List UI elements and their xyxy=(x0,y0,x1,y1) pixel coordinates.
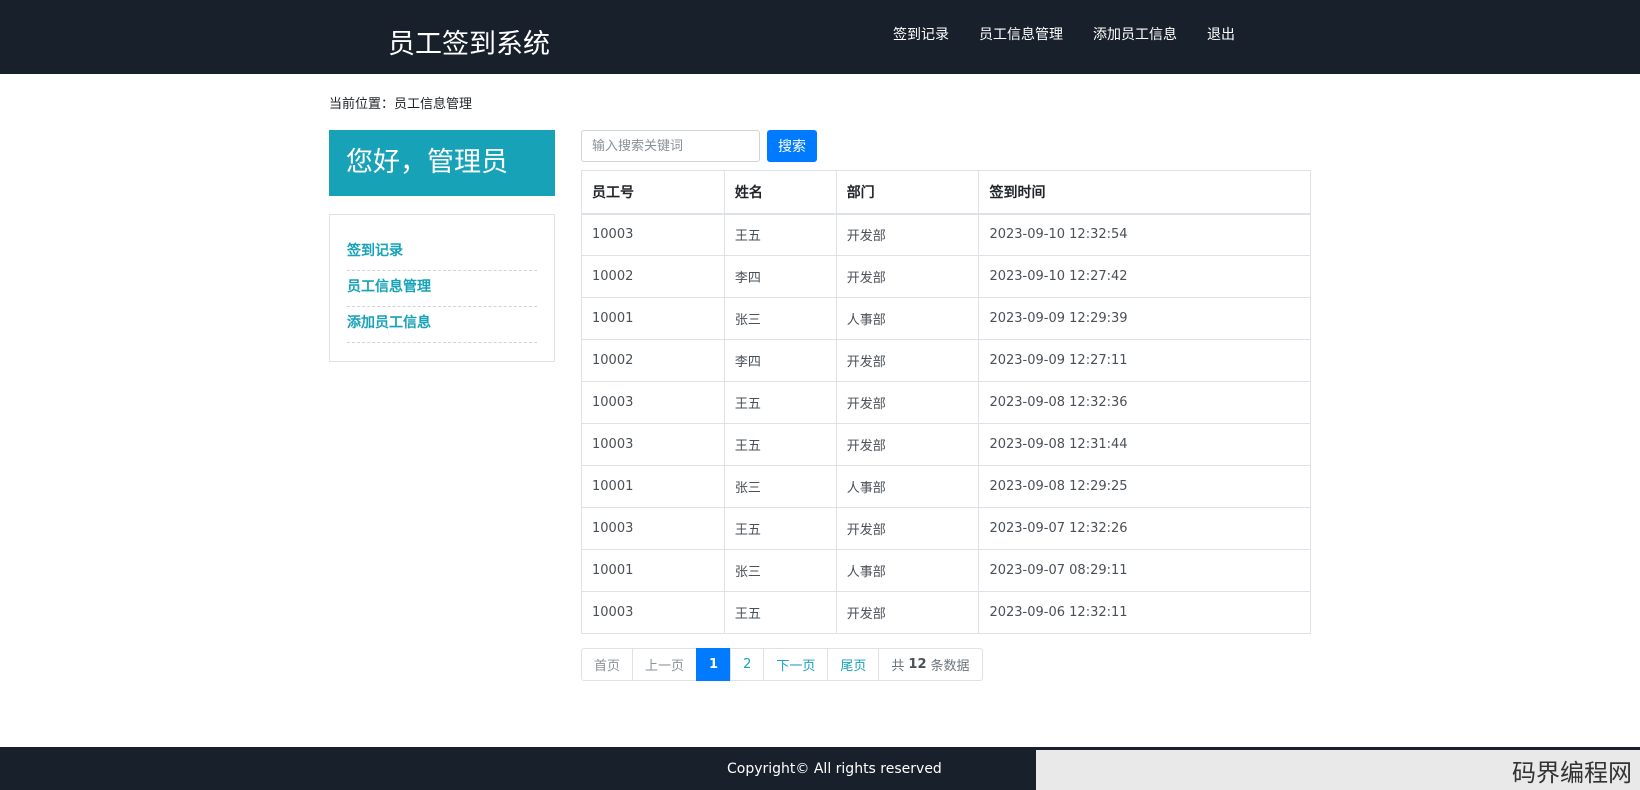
cell-checkin-time: 2023-09-09 12:27:11 xyxy=(978,339,1311,382)
page-2-button[interactable]: 2 xyxy=(730,648,765,681)
cell-employee-id: 10003 xyxy=(581,507,725,550)
column-header-checkin-time: 签到时间 xyxy=(978,170,1311,215)
table-row: 10001 张三 人事部 2023-09-07 08:29:11 xyxy=(581,549,1311,592)
sidebar: 您好，管理员 签到记录 员工信息管理 添加员工信息 xyxy=(329,130,555,362)
cell-department: 人事部 xyxy=(835,297,980,340)
cell-employee-id: 10003 xyxy=(581,591,725,634)
app-title: 员工签到系统 xyxy=(388,29,550,60)
table-row: 10001 张三 人事部 2023-09-08 12:29:25 xyxy=(581,465,1311,508)
table-row: 10003 王五 开发部 2023-09-08 12:31:44 xyxy=(581,423,1311,466)
greeting-banner: 您好，管理员 xyxy=(329,130,555,196)
cell-department: 开发部 xyxy=(835,339,980,382)
top-navbar: 员工签到系统 签到记录 员工信息管理 添加员工信息 退出 xyxy=(0,0,1640,74)
table-row: 10003 王五 开发部 2023-09-08 12:32:36 xyxy=(581,381,1311,424)
sidebar-item-employee-management[interactable]: 员工信息管理 xyxy=(347,271,537,307)
total-number: 12 xyxy=(908,657,927,672)
search-input[interactable] xyxy=(581,130,760,162)
next-page-button[interactable]: 下一页 xyxy=(763,648,829,681)
total-prefix: 共 xyxy=(891,659,905,674)
cell-name: 张三 xyxy=(723,465,837,508)
table-row: 10001 张三 人事部 2023-09-09 12:29:39 xyxy=(581,297,1311,340)
footer: Copyright© All rights reserved 码界编程网 xyxy=(0,747,1640,790)
cell-checkin-time: 2023-09-08 12:31:44 xyxy=(978,423,1311,466)
first-page-button[interactable]: 首页 xyxy=(581,648,634,681)
watermark-banner: 码界编程网 xyxy=(1036,750,1640,790)
cell-employee-id: 10001 xyxy=(581,465,725,508)
cell-employee-id: 10001 xyxy=(581,549,725,592)
table-row: 10002 李四 开发部 2023-09-09 12:27:11 xyxy=(581,339,1311,382)
cell-name: 王五 xyxy=(723,507,837,550)
sidebar-nav: 签到记录 员工信息管理 添加员工信息 xyxy=(329,214,555,362)
prev-page-button[interactable]: 上一页 xyxy=(632,648,698,681)
column-header-department: 部门 xyxy=(835,170,980,215)
cell-employee-id: 10003 xyxy=(581,423,725,466)
search-bar: 搜索 xyxy=(581,130,1311,162)
cell-department: 开发部 xyxy=(835,423,980,466)
cell-employee-id: 10002 xyxy=(581,255,725,298)
cell-department: 人事部 xyxy=(835,465,980,508)
cell-name: 张三 xyxy=(723,297,837,340)
copyright-text: Copyright© All rights reserved xyxy=(727,761,942,777)
cell-name: 张三 xyxy=(723,549,837,592)
cell-checkin-time: 2023-09-06 12:32:11 xyxy=(978,591,1311,634)
cell-checkin-time: 2023-09-07 12:32:26 xyxy=(978,507,1311,550)
cell-checkin-time: 2023-09-10 12:27:42 xyxy=(978,255,1311,298)
column-header-employee-id: 员工号 xyxy=(581,170,725,215)
cell-name: 王五 xyxy=(723,213,837,256)
breadcrumb: 当前位置：员工信息管理 xyxy=(329,97,473,112)
cell-name: 王五 xyxy=(723,381,837,424)
nav-checkin-records[interactable]: 签到记录 xyxy=(893,24,949,46)
cell-employee-id: 10002 xyxy=(581,339,725,382)
cell-department: 开发部 xyxy=(835,507,980,550)
search-button[interactable]: 搜索 xyxy=(767,130,817,162)
nav-add-employee[interactable]: 添加员工信息 xyxy=(1093,24,1177,46)
cell-department: 开发部 xyxy=(835,255,980,298)
table-header-row: 员工号 姓名 部门 签到时间 xyxy=(581,170,1311,215)
sidebar-item-add-employee[interactable]: 添加员工信息 xyxy=(347,307,537,343)
table-row: 10003 王五 开发部 2023-09-10 12:32:54 xyxy=(581,213,1311,256)
cell-name: 王五 xyxy=(723,591,837,634)
cell-checkin-time: 2023-09-10 12:32:54 xyxy=(978,213,1311,256)
table-row: 10003 王五 开发部 2023-09-06 12:32:11 xyxy=(581,591,1311,634)
sidebar-item-checkin-records[interactable]: 签到记录 xyxy=(347,235,537,271)
cell-checkin-time: 2023-09-09 12:29:39 xyxy=(978,297,1311,340)
pagination: 首页 上一页 1 2 下一页 尾页 共 12 条数据 xyxy=(581,648,1311,681)
top-nav-links: 签到记录 员工信息管理 添加员工信息 退出 xyxy=(893,24,1235,46)
cell-checkin-time: 2023-09-08 12:29:25 xyxy=(978,465,1311,508)
nav-logout[interactable]: 退出 xyxy=(1207,24,1235,46)
main-content: 搜索 员工号 姓名 部门 签到时间 10003 王五 开发部 2023-09-1… xyxy=(581,130,1311,681)
cell-department: 开发部 xyxy=(835,213,980,256)
table-row: 10002 李四 开发部 2023-09-10 12:27:42 xyxy=(581,255,1311,298)
cell-checkin-time: 2023-09-07 08:29:11 xyxy=(978,549,1311,592)
cell-name: 王五 xyxy=(723,423,837,466)
total-count: 共 12 条数据 xyxy=(878,648,983,681)
total-suffix: 条数据 xyxy=(930,659,970,674)
cell-employee-id: 10003 xyxy=(581,381,725,424)
cell-department: 人事部 xyxy=(835,549,980,592)
last-page-button[interactable]: 尾页 xyxy=(827,648,880,681)
cell-name: 李四 xyxy=(723,255,837,298)
cell-checkin-time: 2023-09-08 12:32:36 xyxy=(978,381,1311,424)
table-row: 10003 王五 开发部 2023-09-07 12:32:26 xyxy=(581,507,1311,550)
nav-employee-management[interactable]: 员工信息管理 xyxy=(979,24,1063,46)
column-header-name: 姓名 xyxy=(723,170,837,215)
cell-employee-id: 10003 xyxy=(581,213,725,256)
cell-department: 开发部 xyxy=(835,381,980,424)
cell-name: 李四 xyxy=(723,339,837,382)
page-1-button[interactable]: 1 xyxy=(696,648,732,681)
checkin-table: 员工号 姓名 部门 签到时间 10003 王五 开发部 2023-09-10 1… xyxy=(581,170,1311,634)
cell-employee-id: 10001 xyxy=(581,297,725,340)
cell-department: 开发部 xyxy=(835,591,980,634)
watermark-text: 码界编程网 xyxy=(1512,759,1632,787)
